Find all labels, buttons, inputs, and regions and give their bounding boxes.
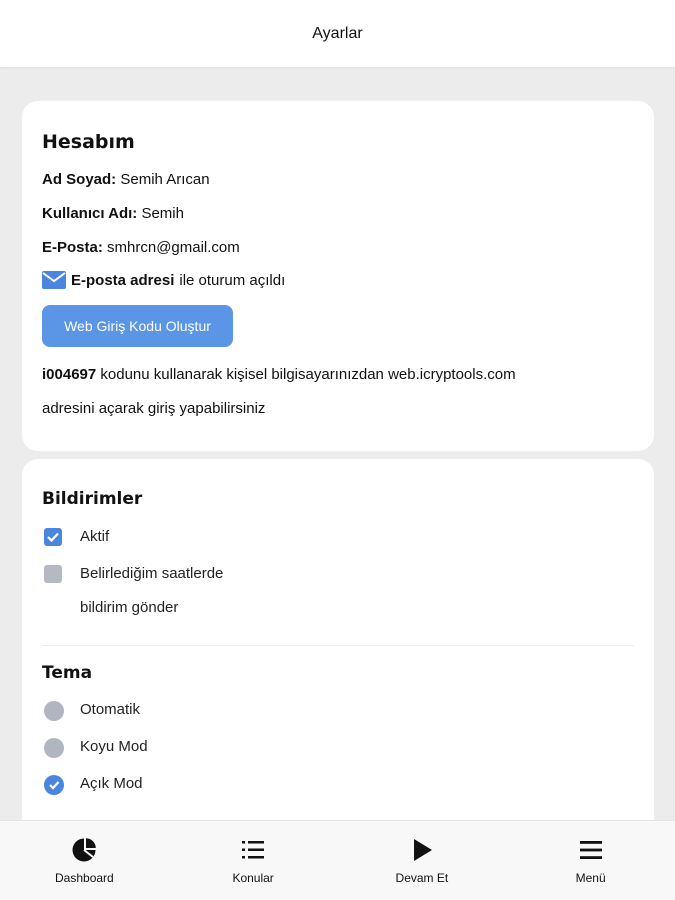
notification-scheduled-label-line2: bildirim gönder (80, 599, 179, 616)
menu-icon (578, 837, 604, 863)
checkbox-unchecked-icon[interactable] (44, 565, 62, 583)
account-title: Hesabım (42, 131, 135, 153)
notification-scheduled-label-line1: Belirlediğim saatlerde (80, 565, 224, 582)
theme-light-label: Açık Mod (80, 775, 143, 792)
top-bar: Ayarlar (0, 0, 675, 67)
bottom-navigation: Dashboard Konular Devam Et Menü (0, 820, 675, 900)
notification-option-active[interactable]: Aktif (44, 528, 109, 554)
login-method-text: ile oturum açıldı (179, 271, 286, 289)
theme-option-light[interactable]: Açık Mod (44, 775, 143, 801)
code-info-line-1: i004697 kodunu kullanarak kişisel bilgis… (42, 366, 516, 383)
account-card: Hesabım Ad Soyad: Semih Arıcan Kullanıcı… (22, 101, 654, 451)
username-label: Kullanıcı Adı: (42, 205, 138, 222)
web-login-code-button[interactable]: Web Giriş Kodu Oluştur (42, 305, 233, 347)
login-method-bold: E-posta adresi (71, 271, 175, 289)
nav-label-topics: Konular (232, 871, 274, 885)
settings-card: Bildirimler Aktif Belirlediğim saatlerde… (22, 459, 654, 839)
divider (42, 645, 634, 646)
nav-label-dashboard: Dashboard (55, 871, 114, 885)
email-label: E-Posta: (42, 239, 103, 256)
mail-icon (42, 271, 66, 289)
username-value: Semih (141, 205, 184, 222)
pie-chart-icon (71, 837, 97, 863)
username-row: Kullanıcı Adı: Semih (42, 205, 184, 222)
checkbox-checked-icon[interactable] (44, 528, 62, 546)
email-value: smhrcn@gmail.com (107, 239, 240, 256)
theme-option-auto[interactable]: Otomatik (44, 701, 140, 727)
notification-option-scheduled[interactable]: Belirlediğim saatlerde bildirim gönder (44, 565, 223, 625)
theme-dark-label: Koyu Mod (80, 738, 148, 755)
nav-item-menu[interactable]: Menü (506, 821, 675, 900)
code-info-text-1: kodunu kullanarak kişisel bilgisayarınız… (100, 366, 516, 383)
notifications-title: Bildirimler (42, 489, 143, 509)
full-name-label: Ad Soyad: (42, 171, 117, 188)
theme-option-dark[interactable]: Koyu Mod (44, 738, 148, 764)
page-title: Ayarlar (312, 24, 363, 42)
radio-off-icon[interactable] (44, 701, 64, 721)
play-icon (409, 837, 435, 863)
nav-label-menu: Menü (575, 871, 606, 885)
radio-checked-icon[interactable] (44, 775, 64, 795)
list-icon (240, 837, 266, 863)
code-info-line-2: adresini açarak giriş yapabilirsiniz (42, 400, 265, 417)
nav-label-continue: Devam Et (395, 871, 449, 885)
login-code: i004697 (42, 366, 97, 383)
nav-item-topics[interactable]: Konular (169, 821, 338, 900)
nav-item-dashboard[interactable]: Dashboard (0, 821, 169, 900)
theme-auto-label: Otomatik (80, 701, 141, 718)
theme-title: Tema (42, 663, 93, 683)
email-row: E-Posta: smhrcn@gmail.com (42, 239, 240, 256)
full-name-row: Ad Soyad: Semih Arıcan (42, 171, 210, 188)
radio-off-icon[interactable] (44, 738, 64, 758)
code-info-text-2: adresini açarak giriş yapabilirsiniz (42, 400, 266, 417)
full-name-value: Semih Arıcan (120, 171, 210, 188)
notification-scheduled-label: Belirlediğim saatlerde bildirim gönder (80, 557, 223, 625)
nav-item-continue[interactable]: Devam Et (338, 821, 507, 900)
login-method-row: E-posta adresi ile oturum açıldı (42, 271, 285, 289)
notification-active-label: Aktif (80, 528, 110, 545)
